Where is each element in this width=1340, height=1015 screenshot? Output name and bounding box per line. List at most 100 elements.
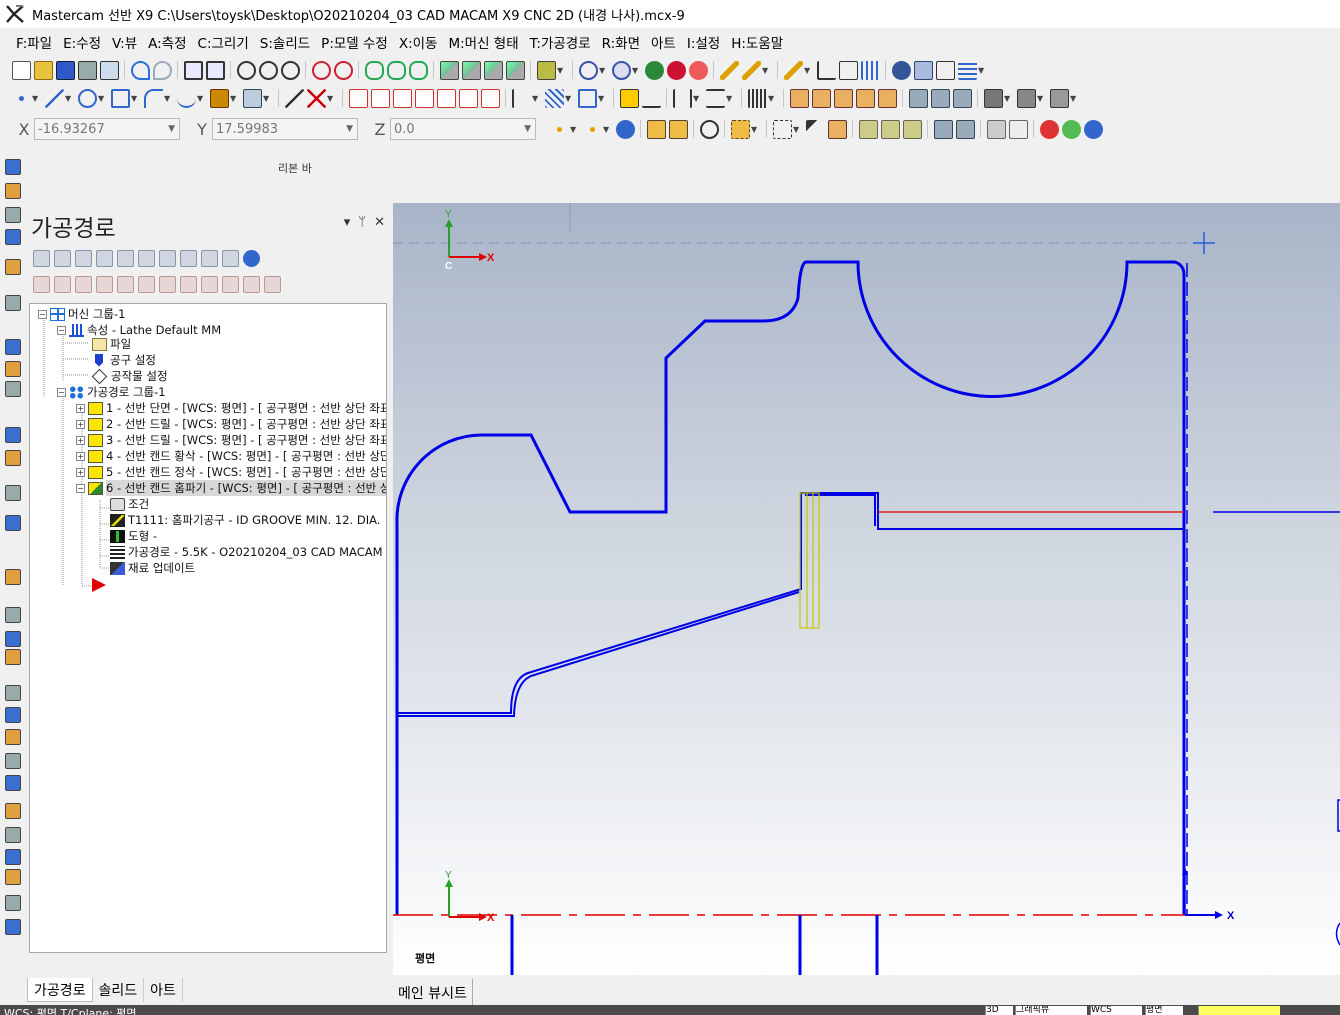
y-coordinate-input[interactable]: 17.59983 ▼ xyxy=(212,118,358,140)
solid-icon[interactable] xyxy=(209,88,229,108)
vertical-toolbar-button-icon[interactable] xyxy=(5,775,21,791)
xform-solid-icon[interactable] xyxy=(480,88,500,108)
expand-icon[interactable]: + xyxy=(76,451,85,461)
circle-icon[interactable] xyxy=(77,88,97,108)
chevron-down-icon[interactable]: ▼ xyxy=(632,66,639,75)
zoom-icon[interactable] xyxy=(236,60,256,80)
deselect-ops-icon[interactable] xyxy=(54,249,71,267)
lathe-part-icon[interactable] xyxy=(877,88,897,108)
vertical-toolbar-button-icon[interactable] xyxy=(5,450,21,466)
expand-icon[interactable]: + xyxy=(76,419,85,429)
solid-sel-3-icon[interactable] xyxy=(902,119,922,139)
panel-tab[interactable]: 아트 xyxy=(144,978,183,1002)
sigma-icon[interactable] xyxy=(935,60,955,80)
vertical-toolbar-button-icon[interactable] xyxy=(5,919,21,935)
chevron-down-icon[interactable]: ▼ xyxy=(32,94,39,103)
more-icon[interactable] xyxy=(957,60,977,80)
color-indicator[interactable] xyxy=(1198,1006,1280,1015)
wire-solid-icon[interactable] xyxy=(952,88,972,108)
chevron-down-icon[interactable]: ▼ xyxy=(603,125,610,134)
save-icon[interactable] xyxy=(55,60,75,80)
machine-icon[interactable] xyxy=(983,88,1003,108)
vertical-toolbar-button-icon[interactable] xyxy=(5,207,21,223)
shaded-edges-icon[interactable] xyxy=(666,60,686,80)
vertical-toolbar-button-icon[interactable] xyxy=(5,427,21,443)
note-icon[interactable] xyxy=(619,88,639,108)
dynamic-rotate-icon[interactable] xyxy=(386,60,406,80)
help-circle-icon[interactable] xyxy=(1083,119,1103,139)
repaint-icon[interactable] xyxy=(364,60,384,80)
horizontal-dim-icon[interactable] xyxy=(672,88,692,108)
simulate-icon[interactable] xyxy=(159,249,176,267)
tree-item-geometry[interactable]: 도형 - xyxy=(110,528,157,544)
lathe-chuck-icon[interactable] xyxy=(811,88,831,108)
grid-icon[interactable] xyxy=(860,60,880,80)
scroll-arrow-icon[interactable] xyxy=(159,275,176,293)
help-icon[interactable] xyxy=(243,249,260,267)
status-indicator[interactable]: 그래픽뷰 xyxy=(1015,1006,1087,1015)
select-face-icon[interactable] xyxy=(668,119,688,139)
collapse-icon[interactable]: − xyxy=(38,309,47,319)
toolpath-operation[interactable]: +5 - 선반 캔드 정삭 - [WCS: 평면] - [ 공구평면 : 선반 … xyxy=(76,464,386,480)
sphere-icon[interactable] xyxy=(611,60,631,80)
zoom-out-icon[interactable] xyxy=(333,60,353,80)
line-icon[interactable] xyxy=(44,88,64,108)
leader-icon[interactable] xyxy=(641,89,661,108)
zoom-window-icon[interactable] xyxy=(205,60,225,80)
collapse-icon[interactable]: − xyxy=(57,325,66,335)
z-coordinate-input[interactable]: 0.0 ▼ xyxy=(390,118,536,140)
chevron-down-icon[interactable]: ▼ xyxy=(98,94,105,103)
vertical-toolbar-button-icon[interactable] xyxy=(5,607,21,623)
tree-item-toolpath[interactable]: 가공경로 - 5.5K - O20210204_03 CAD MACAM X9 … xyxy=(110,544,386,560)
copy-icon[interactable] xyxy=(201,275,218,293)
menu-item[interactable]: P:모델 수정 xyxy=(317,32,392,52)
hatch-icon[interactable] xyxy=(544,88,564,108)
verify-selection-icon[interactable] xyxy=(986,119,1006,139)
insert-arrow-icon[interactable] xyxy=(91,577,107,593)
vertical-toolbar-button-icon[interactable] xyxy=(5,753,21,769)
xform-array-icon[interactable] xyxy=(458,88,478,108)
vertical-toolbar-button-icon[interactable] xyxy=(5,803,21,819)
expand-icon[interactable]: + xyxy=(76,403,85,413)
zoom-target-icon[interactable] xyxy=(258,60,278,80)
move-up-icon[interactable] xyxy=(117,275,134,293)
menu-item[interactable]: I:설정 xyxy=(683,32,724,52)
new-file-icon[interactable] xyxy=(11,60,31,80)
graphics-viewport[interactable]: Y X C Y X X 평면 xyxy=(393,203,1340,975)
lathe-steady-icon[interactable] xyxy=(855,88,875,108)
x-coordinate-input[interactable]: -16.93267 ▼ xyxy=(34,118,180,140)
vertical-toolbar-button-icon[interactable] xyxy=(5,229,21,245)
tree-item-toolpath-group[interactable]: − 가공경로 그룹-1 xyxy=(57,384,166,400)
verify-icon[interactable] xyxy=(827,119,847,139)
chevron-down-icon[interactable]: ▼ xyxy=(598,94,605,103)
chevron-down-icon[interactable]: ▼ xyxy=(524,124,531,134)
vertical-toolbar-button-icon[interactable] xyxy=(5,649,21,665)
chevron-down-icon[interactable]: ▼ xyxy=(65,94,72,103)
trim-icon[interactable] xyxy=(284,88,304,108)
view-select-icon[interactable] xyxy=(536,60,556,80)
menu-item[interactable]: X:이동 xyxy=(395,32,442,52)
panel-tab[interactable]: 가공경로 xyxy=(27,978,93,1002)
spline-icon[interactable] xyxy=(176,89,196,108)
vertical-toolbar-button-icon[interactable] xyxy=(5,381,21,397)
toggle-display-icon[interactable] xyxy=(54,275,71,293)
chevron-down-icon[interactable]: ▼ xyxy=(978,66,985,75)
chevron-down-icon[interactable]: ▼ xyxy=(327,94,334,103)
regen-dirty-icon[interactable] xyxy=(96,249,113,267)
xform-mirror-icon[interactable] xyxy=(370,88,390,108)
vertical-toolbar-button-icon[interactable] xyxy=(5,485,21,501)
selection-mask-icon[interactable] xyxy=(730,119,750,139)
machine3-icon[interactable] xyxy=(1049,88,1069,108)
chevron-down-icon[interactable]: ▼ xyxy=(131,94,138,103)
backplot-icon[interactable] xyxy=(117,249,134,267)
menu-item[interactable]: S:솔리드 xyxy=(256,32,314,52)
view-iso-icon[interactable] xyxy=(505,60,525,80)
menu-item[interactable]: 아트 xyxy=(647,32,680,52)
tree-item-tool-settings[interactable]: 공구 설정 xyxy=(92,352,156,368)
menu-item[interactable]: T:가공경로 xyxy=(526,32,595,52)
lathe-stock-icon[interactable] xyxy=(789,88,809,108)
chevron-down-icon[interactable]: ▼ xyxy=(557,66,564,75)
viewsheet-tab[interactable]: 메인 뷰시트 xyxy=(393,979,473,1005)
refresh-icon[interactable] xyxy=(699,119,719,139)
lock-icon[interactable] xyxy=(33,275,50,293)
